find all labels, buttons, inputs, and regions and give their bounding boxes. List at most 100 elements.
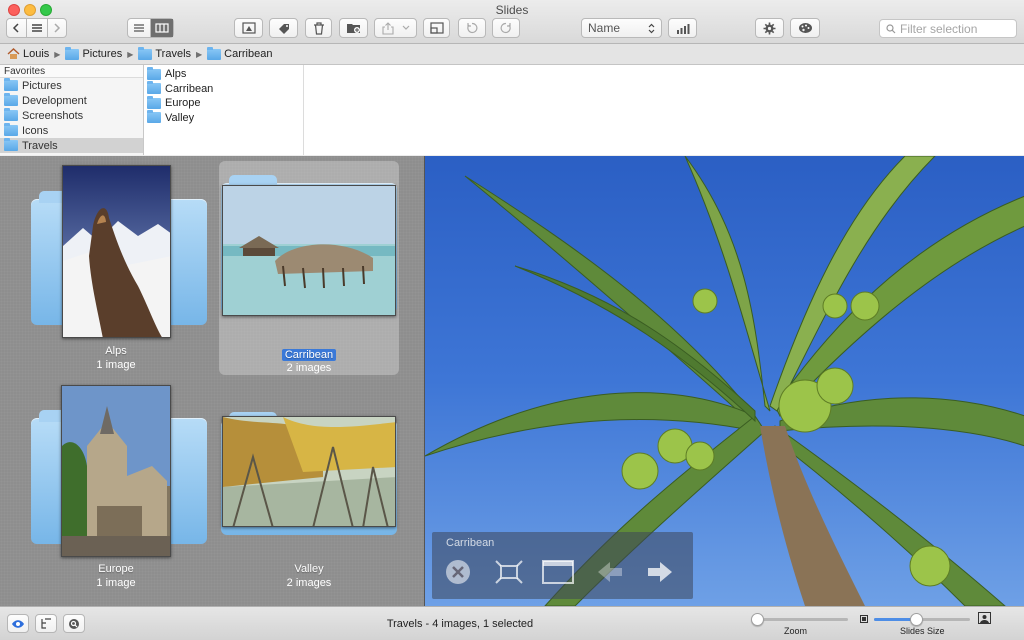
back-button[interactable]: [7, 19, 26, 37]
sidebar-item-label: Screenshots: [22, 109, 84, 122]
sidebar-item-travels[interactable]: Travels: [0, 138, 143, 153]
sidebar-item-label: Icons: [22, 124, 49, 137]
chevron-left-icon: [13, 23, 19, 33]
hierarchy-toggle-button[interactable]: [35, 614, 57, 633]
path-separator-icon: ▶: [127, 49, 134, 59]
column-item-carribean[interactable]: Carribean: [144, 81, 303, 97]
resize-button[interactable]: [423, 18, 450, 38]
slideshow-hud: Carribean: [432, 532, 693, 599]
chevron-right-icon: [54, 23, 61, 33]
hud-next-button[interactable]: [644, 556, 676, 588]
title-toolbar: Slides Name Filter selection: [0, 0, 1024, 44]
path-item-louis[interactable]: Louis: [7, 48, 49, 60]
bar-chart-icon: [676, 23, 689, 34]
column-item-valley[interactable]: Valley: [144, 110, 303, 126]
zoom-slider[interactable]: [751, 613, 848, 626]
forward-button[interactable]: [47, 19, 66, 37]
window-title: Slides: [495, 3, 529, 17]
rotate-left-button[interactable]: [458, 18, 486, 38]
theme-button[interactable]: [790, 18, 820, 38]
arrow-right-icon: [648, 562, 672, 582]
eye-icon: [12, 619, 24, 628]
slideshow-button[interactable]: [234, 18, 263, 38]
hud-close-button[interactable]: [442, 556, 474, 588]
palette-icon: [798, 23, 812, 33]
preview-toggle-button[interactable]: [7, 614, 29, 633]
column-item-label: Valley: [165, 111, 195, 124]
new-folder-button[interactable]: [339, 18, 368, 38]
view-mode-control: [127, 18, 174, 38]
hud-fullscreen-button[interactable]: [542, 556, 574, 588]
path-item-pictures[interactable]: Pictures: [65, 46, 122, 60]
column-item-label: Europe: [165, 97, 201, 110]
filter-placeholder: Filter selection: [900, 21, 978, 36]
empty-column: [304, 65, 1024, 155]
album-count: 2 images: [286, 362, 332, 374]
tag-icon: [278, 24, 289, 34]
folder-icon: [147, 110, 161, 124]
home-icon: [7, 48, 20, 59]
slides-size-slider[interactable]: [874, 613, 970, 626]
search-icon: [886, 23, 896, 33]
album-carribean[interactable]: Carribean 2 images: [219, 161, 399, 375]
album-name: Europe: [98, 563, 134, 575]
folder-column: Alps Carribean Europe Valley: [144, 65, 304, 155]
folder-icon: [147, 66, 161, 80]
folder-icon: [138, 46, 153, 60]
history-menu-button[interactable]: [25, 19, 48, 37]
settings-button[interactable]: [755, 18, 784, 38]
sidebar-item-icons[interactable]: Icons: [0, 123, 143, 138]
path-item-carribean[interactable]: Carribean: [207, 46, 273, 60]
hud-fit-button[interactable]: [493, 556, 525, 588]
album-valley[interactable]: Valley 2 images: [219, 380, 399, 594]
folder-icon: [4, 123, 18, 136]
folder-add-icon: [346, 24, 360, 33]
slides-size-knob[interactable]: [910, 613, 923, 626]
sidebar-item-label: Pictures: [22, 79, 62, 92]
share-button[interactable]: [374, 18, 417, 38]
list-view-button[interactable]: [128, 19, 150, 37]
navigation-control: [6, 18, 67, 38]
fit-screen-icon: [495, 560, 523, 584]
updown-chevron-icon: [648, 23, 655, 33]
small-photo-icon: [860, 615, 868, 623]
folder-icon: [147, 95, 161, 109]
sidebar-item-screenshots[interactable]: Screenshots: [0, 108, 143, 123]
album-name-highlighted: Carribean: [281, 349, 337, 361]
album-name: Valley: [294, 563, 324, 575]
sidebar-item-pictures[interactable]: Pictures: [0, 78, 143, 93]
tag-button[interactable]: [269, 18, 298, 38]
bottom-bar: Travels - 4 images, 1 selected Zoom Slid…: [0, 606, 1024, 640]
album-europe[interactable]: Europe 1 image: [26, 380, 207, 594]
folder-icon: [4, 78, 18, 91]
path-label: Louis: [23, 48, 50, 60]
sort-value: Name: [588, 21, 621, 35]
path-label: Travels: [155, 48, 192, 60]
column-item-alps[interactable]: Alps: [144, 66, 303, 82]
album-grid: Alps 1 image Carribean 2 images Europe 1…: [0, 156, 424, 606]
sort-popup[interactable]: Name: [581, 18, 662, 38]
grid-view-button[interactable]: [150, 19, 173, 37]
hud-previous-button[interactable]: [594, 556, 626, 588]
search-toggle-button[interactable]: [63, 614, 85, 633]
hud-title: Carribean: [446, 537, 495, 549]
path-label: Carribean: [224, 48, 273, 60]
folder-icon: [207, 46, 222, 60]
folder-icon: [147, 81, 161, 95]
album-count: 1 image: [96, 359, 136, 371]
trash-button[interactable]: [305, 18, 332, 38]
album-count: 2 images: [286, 577, 332, 589]
folder-icon: [65, 46, 80, 60]
list-view-icon: [134, 24, 145, 32]
tree-icon: [41, 617, 51, 629]
sidebar-item-development[interactable]: Development: [0, 93, 143, 108]
close-circle-icon: [446, 560, 470, 584]
path-item-travels[interactable]: Travels: [138, 46, 192, 60]
rotate-right-button[interactable]: [492, 18, 520, 38]
sort-order-button[interactable]: [668, 18, 697, 38]
trash-icon: [313, 21, 324, 35]
column-item-europe[interactable]: Europe: [144, 95, 303, 111]
album-alps[interactable]: Alps 1 image: [26, 161, 207, 375]
zoom-slider-knob[interactable]: [751, 613, 764, 626]
filter-search-field[interactable]: Filter selection: [879, 19, 1017, 38]
